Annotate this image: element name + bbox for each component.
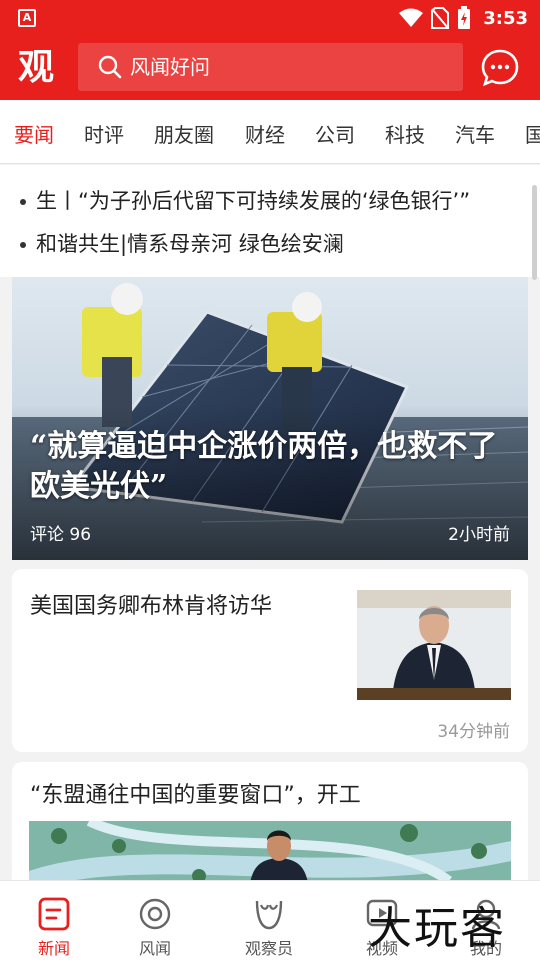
hero-timestamp: 2小时前 xyxy=(448,525,510,545)
clock: 3:53 xyxy=(483,7,528,29)
hero-image xyxy=(12,277,528,560)
bullet-icon xyxy=(20,199,26,205)
observer-icon xyxy=(255,900,283,930)
headline-ticker: 生丨“为子孙后代留下可持续发展的‘绿色银行’” 和谐共生|情系母亲河 绿色绘安澜 xyxy=(0,165,540,277)
search-icon xyxy=(98,55,122,79)
chat-bubble-icon[interactable] xyxy=(480,48,520,88)
ticker-item[interactable]: 和谐共生|情系母亲河 绿色绘安澜 xyxy=(20,228,344,258)
search-bar[interactable] xyxy=(78,43,463,91)
app-header: 观 xyxy=(0,36,540,100)
hero-title[interactable]: “就算逼迫中企涨价两倍，也救不了欧美光伏” xyxy=(30,427,510,507)
ticker-item[interactable]: 生丨“为子孙后代留下可持续发展的‘绿色银行’” xyxy=(20,185,470,215)
scrollbar[interactable] xyxy=(532,185,537,280)
article-title[interactable]: 美国国务卿布林肯将访华 xyxy=(30,591,330,623)
notification-app-icon: A xyxy=(18,9,36,27)
wifi-icon xyxy=(399,8,424,27)
tab-pengyouquan[interactable]: 朋友圈 xyxy=(154,119,214,148)
tab-shiping[interactable]: 时评 xyxy=(84,119,124,148)
nav-observer[interactable]: 观察员 xyxy=(215,881,323,960)
news-feed: 生丨“为子孙后代留下可持续发展的‘绿色银行’” 和谐共生|情系母亲河 绿色绘安澜 xyxy=(0,165,540,880)
article-title[interactable]: “东盟通往中国的重要窗口”，开工 xyxy=(30,777,361,809)
nav-fengwen[interactable]: 风闻 xyxy=(101,881,209,960)
tab-caijing[interactable]: 财经 xyxy=(245,119,285,148)
article-timestamp: 34分钟前 xyxy=(437,722,510,742)
nav-label: 新闻 xyxy=(37,939,70,958)
article-card[interactable]: 美国国务卿布林肯将访华 34分钟前 xyxy=(12,569,528,752)
bullet-icon xyxy=(20,242,26,248)
no-sim-icon xyxy=(431,7,450,29)
hero-article[interactable]: “就算逼迫中企涨价两倍，也救不了欧美光伏” 评论 96 2小时前 xyxy=(12,277,528,560)
tab-yaowen[interactable]: 要闻 xyxy=(14,119,54,148)
article-thumbnail xyxy=(29,821,511,880)
nav-label: 风闻 xyxy=(138,939,171,958)
fengwen-icon xyxy=(139,898,171,930)
tab-guoji[interactable]: 国 xyxy=(525,119,540,148)
nav-label: 观察员 xyxy=(244,939,293,958)
app-logo[interactable]: 观 xyxy=(14,46,58,90)
tab-gongsi[interactable]: 公司 xyxy=(315,119,355,148)
status-bar: A 3:53 xyxy=(0,0,540,36)
article-thumbnail xyxy=(357,590,511,700)
battery-charging-icon xyxy=(458,6,471,29)
search-input[interactable] xyxy=(130,55,430,79)
news-icon xyxy=(38,897,70,931)
nav-news[interactable]: 新闻 xyxy=(0,881,108,960)
comment-count: 评论 96 xyxy=(30,525,92,545)
status-icons: 3:53 xyxy=(399,0,528,36)
tab-keji[interactable]: 科技 xyxy=(385,119,425,148)
category-tabs: 要闻 时评 朋友圈 财经 公司 科技 汽车 国 xyxy=(0,100,540,164)
watermark: 大玩客 xyxy=(368,903,506,954)
article-card[interactable]: “东盟通往中国的重要窗口”，开工 xyxy=(12,762,528,880)
tab-qiche[interactable]: 汽车 xyxy=(455,119,495,148)
